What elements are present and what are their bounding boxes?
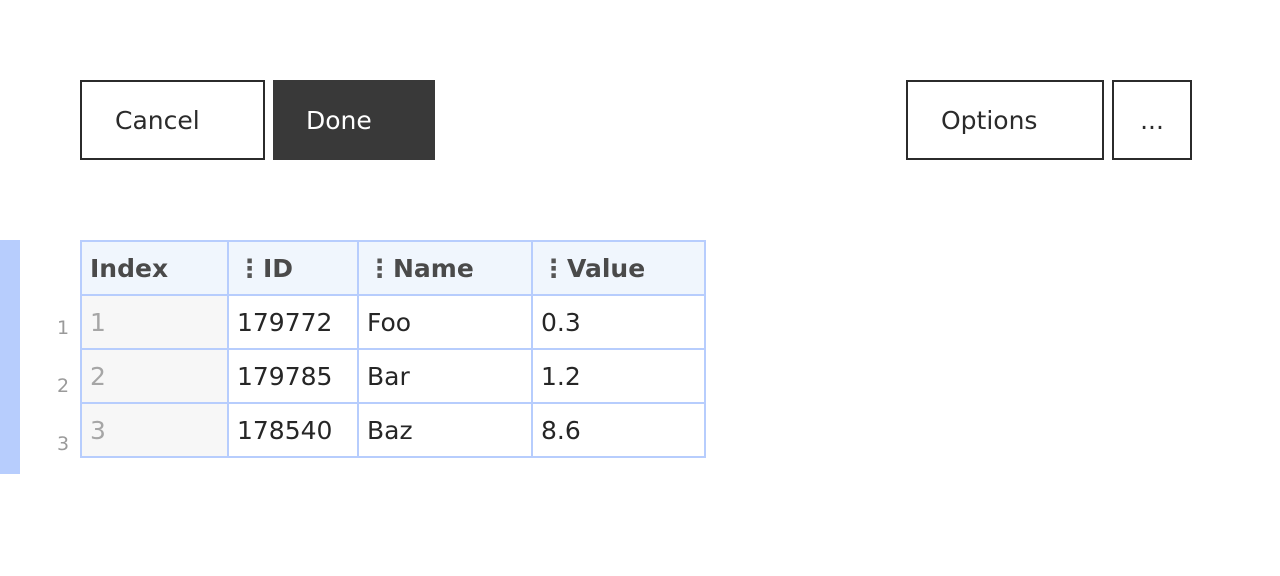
index-cell[interactable]: 1 <box>80 294 229 350</box>
data-table: Index ⋮ID ⋮Name ⋮Value 1 179772 Foo 0.3 … <box>80 240 706 458</box>
value-cell[interactable]: 0.3 <box>531 294 706 350</box>
name-cell[interactable]: Bar <box>357 348 533 404</box>
name-cell[interactable]: Baz <box>357 402 533 458</box>
row-selection-bar <box>0 240 20 474</box>
id-cell[interactable]: 179785 <box>227 348 359 404</box>
done-button[interactable]: Done <box>273 80 435 160</box>
column-header-index[interactable]: Index <box>80 240 229 296</box>
value-cell[interactable]: 1.2 <box>531 348 706 404</box>
row-number: 2 <box>56 375 70 397</box>
index-cell[interactable]: 3 <box>80 402 229 458</box>
row-number: 3 <box>56 433 70 455</box>
column-header-value[interactable]: ⋮Value <box>531 240 706 296</box>
cancel-button[interactable]: Cancel <box>80 80 265 160</box>
id-cell[interactable]: 179772 <box>227 294 359 350</box>
column-header-id[interactable]: ⋮ID <box>227 240 359 296</box>
options-button[interactable]: Options <box>906 80 1104 160</box>
name-cell[interactable]: Foo <box>357 294 533 350</box>
index-cell[interactable]: 2 <box>80 348 229 404</box>
column-header-label: Value <box>567 253 646 283</box>
id-cell[interactable]: 178540 <box>227 402 359 458</box>
value-cell[interactable]: 8.6 <box>531 402 706 458</box>
row-number: 1 <box>56 317 70 339</box>
table-row: 2 179785 Bar 1.2 <box>80 348 706 404</box>
table-header-row: Index ⋮ID ⋮Name ⋮Value <box>80 240 706 296</box>
column-header-label: Index <box>90 253 169 283</box>
column-header-label: Name <box>393 253 474 283</box>
table-row: 1 179772 Foo 0.3 <box>80 294 706 350</box>
column-header-name[interactable]: ⋮Name <box>357 240 533 296</box>
column-drag-icon[interactable]: ⋮ <box>541 254 566 283</box>
more-options-button[interactable]: ... <box>1112 80 1192 160</box>
column-drag-icon[interactable]: ⋮ <box>367 254 392 283</box>
column-header-label: ID <box>263 253 294 283</box>
table-row: 3 178540 Baz 8.6 <box>80 402 706 458</box>
column-drag-icon[interactable]: ⋮ <box>237 254 262 283</box>
